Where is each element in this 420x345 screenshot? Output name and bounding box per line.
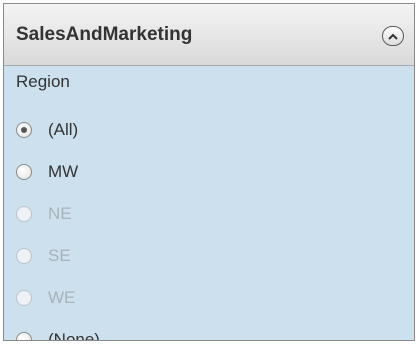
option-all-label: (All): [48, 120, 79, 139]
radio-none[interactable]: [16, 332, 32, 340]
option-ne: NE: [16, 193, 100, 235]
option-mw[interactable]: MW: [16, 151, 100, 193]
option-we: WE: [16, 277, 100, 319]
panel-header: SalesAndMarketing: [4, 4, 414, 66]
collapse-button[interactable]: [382, 26, 404, 46]
radio-we: [16, 290, 32, 306]
sales-and-marketing-panel: SalesAndMarketing Region (All) MW NE SE …: [3, 3, 415, 341]
region-label: Region: [16, 72, 70, 91]
option-none[interactable]: (None): [16, 319, 100, 341]
radio-all[interactable]: [16, 122, 32, 138]
radio-mw[interactable]: [16, 164, 32, 180]
region-options: (All) MW NE SE WE (None): [16, 109, 100, 341]
option-all[interactable]: (All): [16, 109, 100, 151]
option-se-label: SE: [48, 246, 71, 265]
option-mw-label: MW: [48, 162, 79, 181]
option-se: SE: [16, 235, 100, 277]
option-ne-label: NE: [48, 204, 72, 223]
radio-se: [16, 248, 32, 264]
option-none-label: (None): [48, 330, 100, 341]
panel-title: SalesAndMarketing: [16, 24, 193, 45]
chevron-up-icon: [388, 33, 398, 40]
option-we-label: WE: [48, 288, 76, 307]
radio-ne: [16, 206, 32, 222]
